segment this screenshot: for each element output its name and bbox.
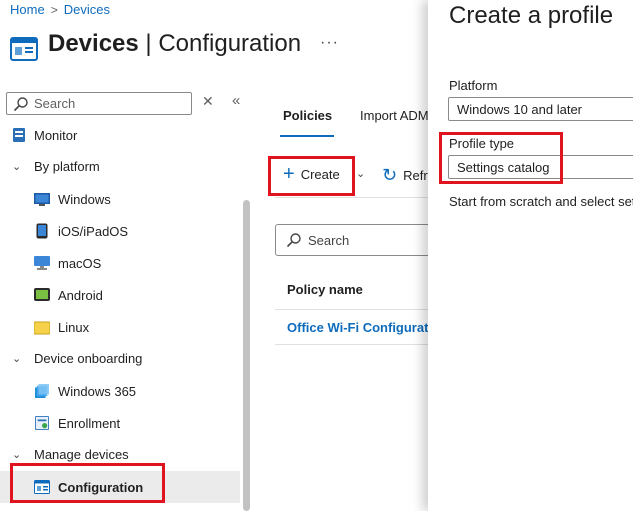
sidebar-item-macos[interactable]: macOS — [0, 247, 240, 279]
create-profile-panel: Create a profile Platform Windows 10 and… — [428, 0, 633, 511]
platform-select[interactable]: Windows 10 and later — [448, 97, 633, 121]
breadcrumb-home-link[interactable]: Home — [10, 2, 45, 17]
sidebar-item-ios[interactable]: iOS/iPadOS — [0, 215, 240, 247]
sidebar-item-windows[interactable]: Windows — [0, 183, 240, 215]
table-row-policy-link[interactable]: Office Wi-Fi Configurati — [287, 320, 432, 335]
breadcrumb: Home > Devices — [10, 2, 110, 17]
sidebar-search-input[interactable]: Search — [6, 92, 192, 115]
android-device-icon — [34, 288, 50, 301]
windows-365-icon — [35, 384, 49, 398]
page-title-bold: Devices — [48, 30, 139, 57]
monitor-icon — [13, 128, 25, 142]
policy-search-placeholder: Search — [308, 232, 350, 248]
sidebar-item-label: Linux — [58, 319, 90, 335]
column-header-policy-name[interactable]: Policy name — [287, 282, 363, 297]
search-icon — [286, 233, 301, 248]
chevron-down-icon: ⌄ — [12, 160, 22, 173]
page-title-rest: Configuration — [158, 30, 302, 57]
linux-device-icon — [34, 321, 50, 335]
chevron-down-icon: ⌄ — [12, 448, 22, 461]
page-title: Devices | Configuration — [48, 30, 301, 58]
enrollment-icon — [35, 416, 49, 430]
sidebar-item-label: By platform — [34, 158, 100, 174]
profile-type-highlight-box — [439, 132, 563, 184]
breadcrumb-separator: > — [50, 2, 58, 17]
platform-value: Windows 10 and later — [457, 101, 583, 117]
create-highlight-box — [268, 156, 355, 196]
ios-device-icon — [36, 223, 48, 239]
sidebar-item-label: macOS — [58, 255, 102, 271]
macos-device-icon — [34, 256, 50, 270]
sidebar-item-windows-365[interactable]: Windows 365 — [0, 375, 240, 407]
sidebar-item-linux[interactable]: Linux — [0, 311, 240, 343]
sidebar-item-label: iOS/iPadOS — [58, 223, 129, 239]
platform-label: Platform — [449, 78, 498, 93]
tab-import-adm[interactable]: Import ADM — [360, 108, 429, 123]
panel-title: Create a profile — [449, 2, 614, 29]
page-title-divider: | — [145, 30, 152, 57]
refresh-label: Refr — [403, 168, 428, 183]
sidebar-item-label: Android — [58, 287, 103, 303]
sidebar-item-monitor[interactable]: Monitor — [0, 119, 240, 151]
policy-search-input[interactable]: Search — [275, 224, 447, 256]
sidebar-search-placeholder: Search — [34, 96, 76, 111]
sidebar-scrollbar[interactable] — [243, 200, 250, 511]
panel-description: Start from scratch and select set — [449, 194, 633, 209]
active-tab-indicator — [280, 135, 334, 137]
configuration-icon — [10, 37, 38, 61]
clear-search-icon[interactable]: ✕ — [202, 93, 214, 110]
refresh-button[interactable]: ↻ Refr — [382, 165, 428, 186]
table-divider — [275, 309, 435, 310]
sidebar-item-label: Windows 365 — [58, 383, 137, 399]
windows-device-icon — [34, 193, 50, 206]
tab-policies[interactable]: Policies — [283, 108, 332, 123]
more-options-button[interactable]: ··· — [320, 34, 339, 52]
collapse-sidebar-icon[interactable]: « — [232, 92, 240, 109]
sidebar-item-label: Windows — [58, 191, 111, 207]
sidebar-item-label: Device onboarding — [34, 350, 143, 366]
sidebar-item-device-onboarding[interactable]: ⌄ Device onboarding — [0, 342, 240, 374]
sidebar-item-label: Enrollment — [58, 415, 121, 431]
breadcrumb-devices-link[interactable]: Devices — [64, 2, 110, 17]
sidebar-item-enrollment[interactable]: Enrollment — [0, 407, 240, 439]
table-divider — [275, 344, 435, 345]
sidebar-item-label: Manage devices — [34, 446, 129, 462]
search-icon — [13, 96, 28, 111]
sidebar-item-by-platform[interactable]: ⌄ By platform — [0, 150, 240, 182]
create-dropdown-chevron-icon[interactable]: ⌄ — [356, 167, 365, 180]
toolbar-divider — [275, 197, 435, 198]
refresh-icon: ↻ — [382, 165, 398, 185]
chevron-down-icon: ⌄ — [12, 352, 22, 365]
sidebar-item-android[interactable]: Android — [0, 279, 240, 311]
configuration-highlight-box — [10, 463, 165, 503]
sidebar-item-label: Monitor — [34, 127, 78, 143]
